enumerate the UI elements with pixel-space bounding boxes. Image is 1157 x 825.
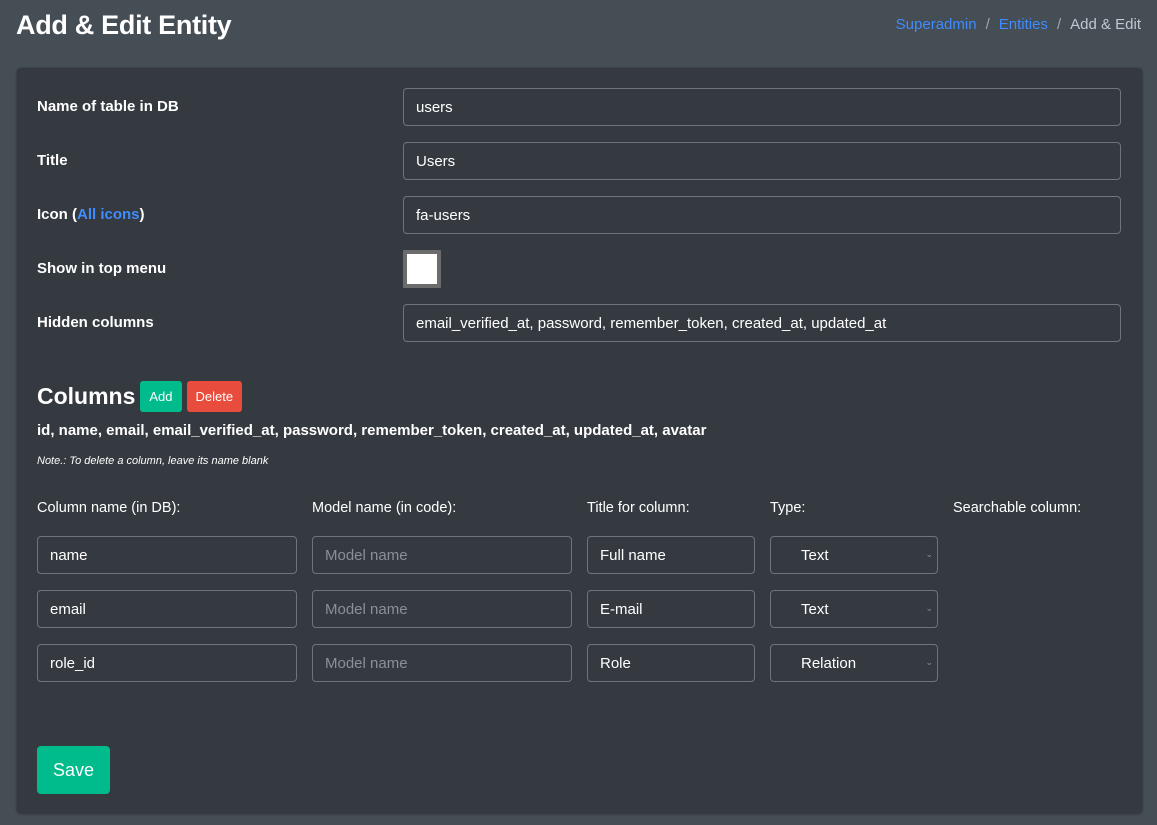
chevron-down-icon: ⌄ [925, 657, 933, 667]
hidden-columns-label: Hidden columns [37, 314, 154, 331]
chevron-down-icon: ⌄ [925, 549, 933, 559]
icon-label-prefix: Icon ( [37, 206, 77, 223]
header-column-title: Title for column: [587, 500, 690, 516]
breadcrumb-entities[interactable]: Entities [999, 16, 1048, 33]
table-name-input[interactable] [403, 88, 1121, 126]
add-column-button[interactable]: Add [140, 381, 182, 412]
show-in-top-menu-label: Show in top menu [37, 260, 167, 277]
breadcrumb-current: Add & Edit [1070, 16, 1141, 33]
column-title-input[interactable] [587, 644, 755, 682]
breadcrumb: Superadmin / Entities / Add & Edit [896, 16, 1141, 33]
header-model-name: Model name (in code): [312, 500, 457, 516]
show-in-top-menu-row: Show in top menu [37, 250, 1121, 288]
column-type-select[interactable]: Relation ⌄ [770, 644, 938, 682]
existing-columns-list: id, name, email, email_verified_at, pass… [37, 422, 707, 439]
table-name-label: Name of table in DB [37, 98, 179, 115]
chevron-down-icon: ⌄ [925, 603, 933, 613]
entity-form-card: Name of table in DB Title Icon (All icon… [17, 68, 1142, 813]
page-title: Add & Edit Entity [16, 10, 232, 40]
hidden-columns-input[interactable] [403, 304, 1121, 342]
save-button[interactable]: Save [37, 746, 110, 794]
column-model-name-input[interactable] [312, 536, 572, 574]
columns-header: Columns Add Delete [37, 381, 243, 412]
header-type: Type: [770, 500, 806, 516]
delete-column-note: Note.: To delete a column, leave its nam… [37, 455, 269, 467]
title-input[interactable] [403, 142, 1121, 180]
all-icons-link[interactable]: All icons [77, 206, 140, 223]
icon-row: Icon (All icons) [37, 196, 1121, 234]
hidden-columns-row: Hidden columns [37, 304, 1121, 342]
header-searchable: Searchable column: [953, 500, 1082, 516]
icon-input[interactable] [403, 196, 1121, 234]
icon-label: Icon (All icons) [37, 196, 145, 234]
column-title-input[interactable] [587, 590, 755, 628]
column-type-select[interactable]: Text ⌄ [770, 590, 938, 628]
column-db-name-input[interactable] [37, 536, 297, 574]
column-type-value: Text [801, 600, 829, 618]
column-title-input[interactable] [587, 536, 755, 574]
column-db-name-input[interactable] [37, 644, 297, 682]
breadcrumb-separator: / [985, 16, 990, 33]
icon-label-suffix: ) [139, 206, 145, 223]
columns-heading: Columns [37, 383, 136, 409]
column-type-select[interactable]: Text ⌄ [770, 536, 938, 574]
column-db-name-input[interactable] [37, 590, 297, 628]
table-name-row: Name of table in DB [37, 88, 1121, 126]
breadcrumb-separator: / [1056, 16, 1062, 33]
header-column-name: Column name (in DB): [37, 500, 181, 516]
column-type-value: Text [801, 546, 829, 564]
title-row: Title [37, 142, 1121, 180]
column-model-name-input[interactable] [312, 644, 572, 682]
delete-column-button[interactable]: Delete [186, 381, 243, 412]
show-in-top-menu-checkbox[interactable] [403, 250, 441, 288]
title-label: Title [37, 152, 68, 169]
column-type-value: Relation [801, 654, 857, 672]
breadcrumb-superadmin[interactable]: Superadmin [896, 16, 977, 33]
column-model-name-input[interactable] [312, 590, 572, 628]
